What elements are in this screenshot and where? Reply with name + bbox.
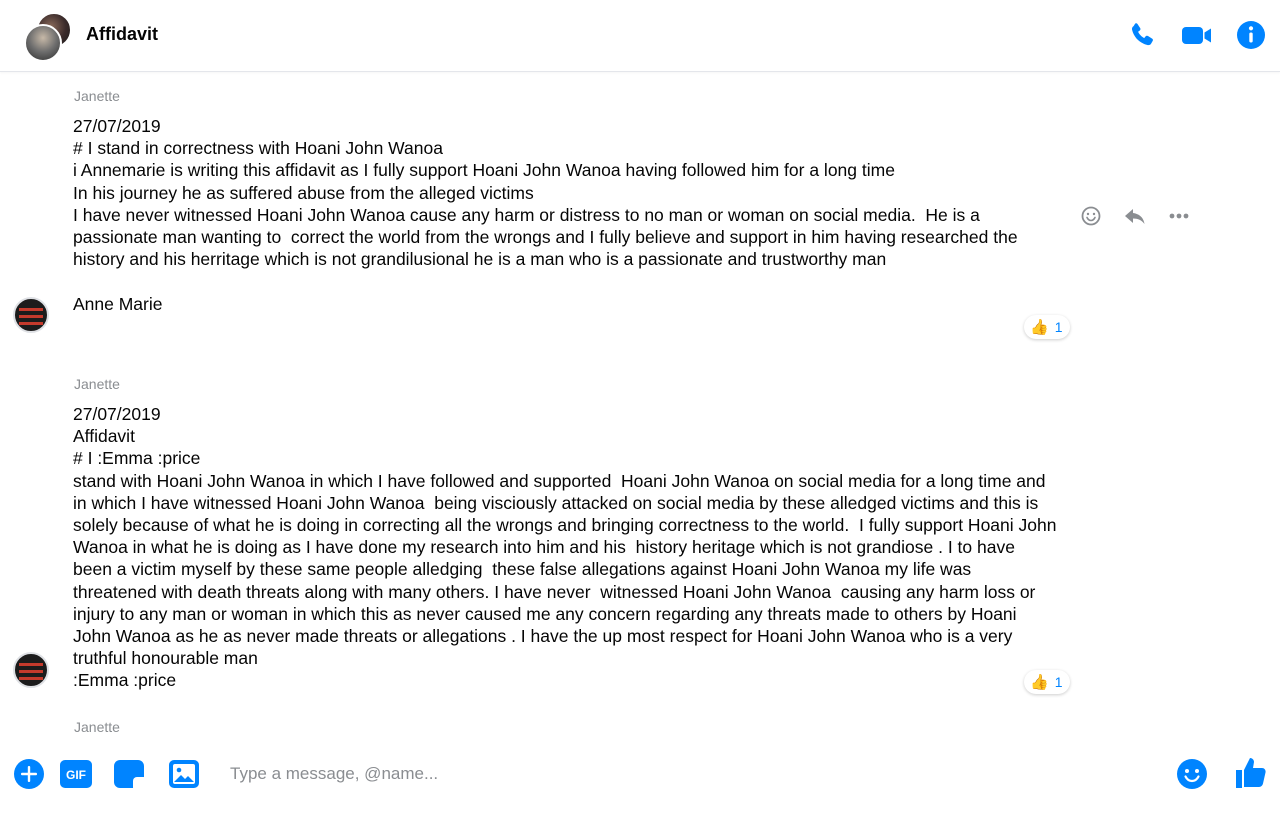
gif-icon[interactable]: GIF: [59, 757, 93, 791]
message-sender: Janette: [74, 88, 120, 104]
phone-icon[interactable]: [1126, 19, 1158, 51]
image-icon[interactable]: [167, 757, 201, 791]
thumbs-up-icon[interactable]: [1232, 754, 1270, 792]
avatar[interactable]: [13, 652, 49, 688]
avatar[interactable]: [13, 297, 49, 333]
message-sender: Janette: [74, 719, 120, 735]
smiley-react-icon[interactable]: [1078, 205, 1104, 227]
message-bubble[interactable]: 27/07/2019 Affidavit # I :Emma :price st…: [73, 403, 1058, 692]
reaction-count: 1: [1054, 319, 1063, 335]
conversation-title[interactable]: Affidavit: [86, 24, 158, 45]
message-sender: Janette: [74, 376, 120, 392]
conversation-header: Affidavit: [0, 0, 1280, 72]
reaction-count: 1: [1054, 674, 1063, 690]
gif-label: GIF: [66, 768, 86, 782]
reaction-badge[interactable]: 👍 1: [1024, 315, 1071, 339]
avatar: [24, 24, 62, 62]
more-dots-icon[interactable]: [1166, 205, 1192, 227]
message-composer: GIF: [0, 745, 1280, 805]
thumbs-up-reaction-icon: 👍: [1030, 673, 1049, 691]
sticker-icon[interactable]: [113, 757, 147, 791]
message-actions: [1078, 205, 1192, 227]
message-bubble[interactable]: 27/07/2019 # I stand in correctness with…: [73, 115, 1058, 315]
message-input[interactable]: [218, 757, 1172, 791]
video-camera-icon[interactable]: [1180, 19, 1214, 51]
emoji-icon[interactable]: [1175, 757, 1209, 791]
reaction-badge[interactable]: 👍 1: [1024, 670, 1071, 694]
plus-icon[interactable]: [12, 757, 46, 791]
reply-icon[interactable]: [1122, 205, 1148, 227]
thumbs-up-reaction-icon: 👍: [1030, 318, 1049, 336]
info-icon[interactable]: [1235, 19, 1267, 51]
group-avatar[interactable]: [24, 12, 72, 62]
